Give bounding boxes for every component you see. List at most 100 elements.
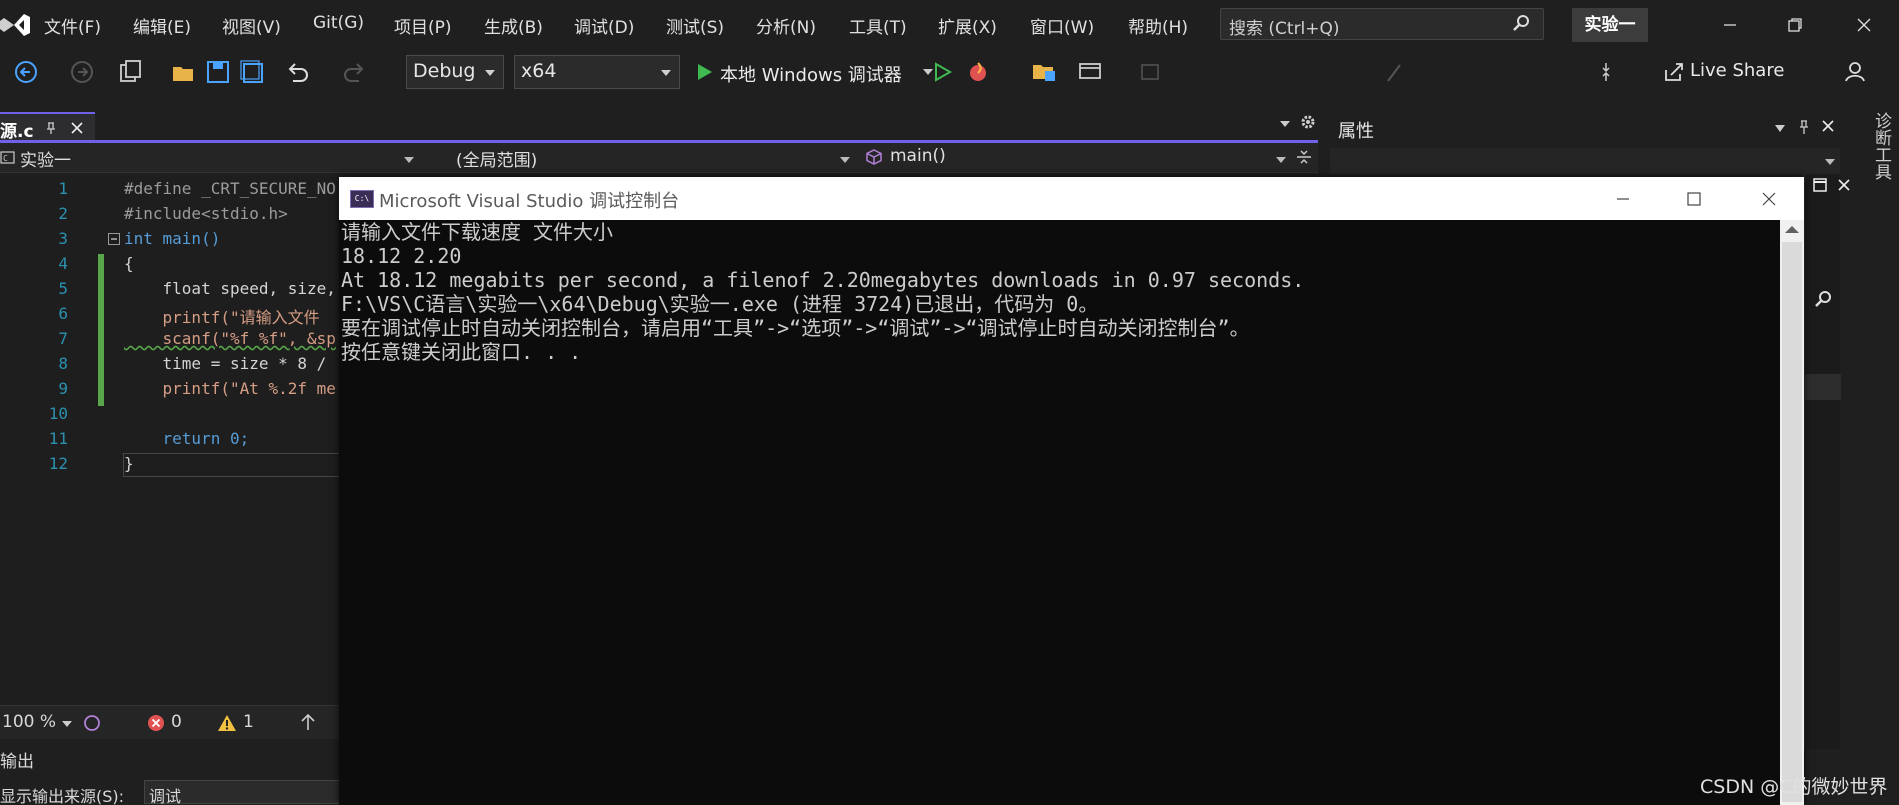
live-share-icon[interactable] bbox=[1660, 58, 1688, 86]
forward-icon[interactable] bbox=[68, 58, 96, 86]
platform-dropdown[interactable]: x64 bbox=[514, 55, 680, 89]
console-minimize-icon[interactable] bbox=[1588, 177, 1658, 220]
tab-close-icon[interactable] bbox=[70, 121, 84, 135]
tab-source-file[interactable]: 源.c bbox=[0, 112, 95, 142]
solution-name-badge: 实验一 bbox=[1572, 8, 1648, 42]
line-number: 5 bbox=[58, 279, 68, 298]
search-box[interactable]: 搜索 (Ctrl+Q) bbox=[1220, 8, 1544, 40]
menu-tools[interactable]: 工具(T) bbox=[849, 13, 907, 38]
menu-project[interactable]: 项目(P) bbox=[394, 13, 452, 38]
settings-gear-icon[interactable] bbox=[1300, 114, 1316, 130]
zoom-chevron-icon[interactable] bbox=[62, 720, 72, 728]
start-without-debugging-icon[interactable] bbox=[928, 58, 956, 86]
console-line: At 18.12 megabits per second, a filenof … bbox=[341, 268, 1305, 292]
redo-icon[interactable] bbox=[340, 58, 368, 86]
nav-scope-label: (全局范围) bbox=[456, 151, 538, 171]
navigation-bar: C 实验一 (全局范围) main() bbox=[0, 143, 1318, 173]
zoom-level[interactable]: 100 % bbox=[2, 712, 56, 732]
nav-scope-dropdown[interactable]: (全局范围) bbox=[456, 146, 852, 171]
console-scrollbar[interactable] bbox=[1780, 220, 1804, 805]
console-output[interactable]: 请输入文件下载速度 文件大小 18.12 2.20 At 18.12 megab… bbox=[339, 220, 1780, 805]
arrow-up-icon[interactable] bbox=[300, 713, 316, 731]
ai-assist-icon[interactable] bbox=[82, 713, 102, 733]
warning-icon[interactable] bbox=[217, 714, 237, 732]
float-window-icon[interactable] bbox=[1812, 177, 1828, 193]
float-close-icon[interactable] bbox=[1836, 177, 1852, 193]
search-icon[interactable] bbox=[1813, 290, 1837, 308]
menu-window[interactable]: 窗口(W) bbox=[1030, 13, 1094, 38]
solution-explorer-icon[interactable] bbox=[1030, 58, 1058, 86]
console-app-icon: C:\ bbox=[350, 190, 374, 208]
back-icon[interactable] bbox=[12, 58, 40, 86]
save-all-icon[interactable] bbox=[238, 58, 266, 86]
menu-edit[interactable]: 编辑(E) bbox=[133, 13, 191, 38]
console-close-icon[interactable] bbox=[1734, 177, 1804, 220]
panel-close-icon[interactable] bbox=[1820, 118, 1836, 134]
tab-list-chevron-icon[interactable] bbox=[1278, 117, 1292, 131]
menu-analyze[interactable]: 分析(N) bbox=[756, 13, 816, 38]
changed-lines-marker bbox=[98, 254, 104, 406]
editor-status-bar: 100 % 0 1 bbox=[0, 705, 340, 739]
nav-project-dropdown[interactable]: C 实验一 bbox=[0, 146, 420, 171]
minimize-icon[interactable] bbox=[1700, 8, 1760, 42]
new-project-icon[interactable] bbox=[116, 58, 144, 86]
collapse-toggle-icon[interactable] bbox=[108, 233, 121, 246]
start-debugging-button[interactable]: 本地 Windows 调试器 bbox=[720, 61, 902, 87]
browser-link-icon[interactable] bbox=[1076, 58, 1104, 86]
output-title: 输出 bbox=[0, 752, 34, 772]
output-source-label: 显示输出来源(S): bbox=[0, 787, 125, 805]
output-source-row: 显示输出来源(S): 调试 bbox=[0, 780, 344, 805]
feedback-icon[interactable] bbox=[1843, 58, 1871, 86]
hot-reload-icon[interactable] bbox=[964, 58, 992, 86]
properties-object-selector[interactable] bbox=[1330, 148, 1840, 174]
configuration-value: Debug bbox=[413, 60, 476, 82]
line-number: 2 bbox=[58, 204, 68, 223]
menu-help[interactable]: 帮助(H) bbox=[1128, 13, 1188, 38]
output-source-dropdown[interactable]: 调试 bbox=[144, 780, 344, 805]
code-line: return 0; bbox=[124, 429, 250, 448]
menu-extensions[interactable]: 扩展(X) bbox=[938, 13, 997, 38]
toolbar: Debug x64 本地 Windows 调试器 A Live Share bbox=[0, 50, 1899, 94]
search-icon[interactable] bbox=[1513, 14, 1531, 32]
undo-icon[interactable] bbox=[284, 58, 312, 86]
start-debugging-icon[interactable] bbox=[690, 58, 718, 86]
properties-row-highlight bbox=[1805, 374, 1841, 400]
menu-file[interactable]: 文件(F) bbox=[44, 13, 101, 38]
panel-options-chevron-icon[interactable] bbox=[1774, 123, 1786, 133]
output-panel-header: 输出 bbox=[0, 745, 340, 775]
diagnostics-tab-label: 诊断工具 bbox=[1871, 112, 1891, 180]
scroll-up-arrow-icon[interactable] bbox=[1785, 226, 1799, 233]
line-number: 1 bbox=[58, 179, 68, 198]
comment-toggle-icon[interactable] bbox=[1600, 58, 1628, 86]
inactive-edit-tools-icon: A bbox=[1384, 58, 1412, 86]
console-title-bar[interactable]: C:\ Microsoft Visual Studio 调试控制台 bbox=[339, 177, 1804, 220]
debug-console-window[interactable]: C:\ Microsoft Visual Studio 调试控制台 请输入文件下… bbox=[339, 177, 1804, 805]
open-folder-icon[interactable] bbox=[170, 58, 198, 86]
pin-icon[interactable] bbox=[44, 121, 58, 135]
split-editor-icon[interactable] bbox=[1296, 149, 1312, 165]
menu-build[interactable]: 生成(B) bbox=[484, 13, 543, 38]
save-icon[interactable] bbox=[204, 58, 232, 86]
close-icon[interactable] bbox=[1834, 8, 1894, 42]
inactive-tools-group-icon bbox=[1140, 58, 1168, 86]
code-line: float speed, size, bbox=[124, 279, 336, 298]
live-share-button[interactable]: Live Share bbox=[1690, 60, 1784, 81]
selector-chevron-icon bbox=[1824, 158, 1836, 166]
nav-member-dropdown[interactable]: main() bbox=[862, 146, 1288, 170]
scrollbar-thumb[interactable] bbox=[1782, 242, 1802, 802]
menu-git[interactable]: Git(G) bbox=[313, 13, 364, 33]
panel-pin-icon[interactable] bbox=[1796, 118, 1812, 136]
error-icon[interactable] bbox=[147, 714, 165, 732]
menu-test[interactable]: 测试(S) bbox=[666, 13, 724, 38]
visual-studio-logo-icon bbox=[0, 8, 30, 42]
configuration-dropdown[interactable]: Debug bbox=[406, 55, 504, 89]
diagnostics-side-tab[interactable]: 诊断工具 bbox=[1862, 108, 1899, 708]
console-maximize-icon[interactable] bbox=[1659, 177, 1729, 220]
menu-debug[interactable]: 调试(D) bbox=[574, 13, 634, 38]
code-line: printf("At %.2f me bbox=[124, 379, 336, 398]
code-editor[interactable]: 1 2 3 4 5 6 7 8 9 10 11 12 #define _CRT_… bbox=[0, 175, 340, 705]
code-line-current: } bbox=[123, 453, 340, 477]
error-count: 0 bbox=[171, 712, 182, 732]
menu-view[interactable]: 视图(V) bbox=[222, 13, 281, 38]
restore-icon[interactable] bbox=[1765, 8, 1825, 42]
